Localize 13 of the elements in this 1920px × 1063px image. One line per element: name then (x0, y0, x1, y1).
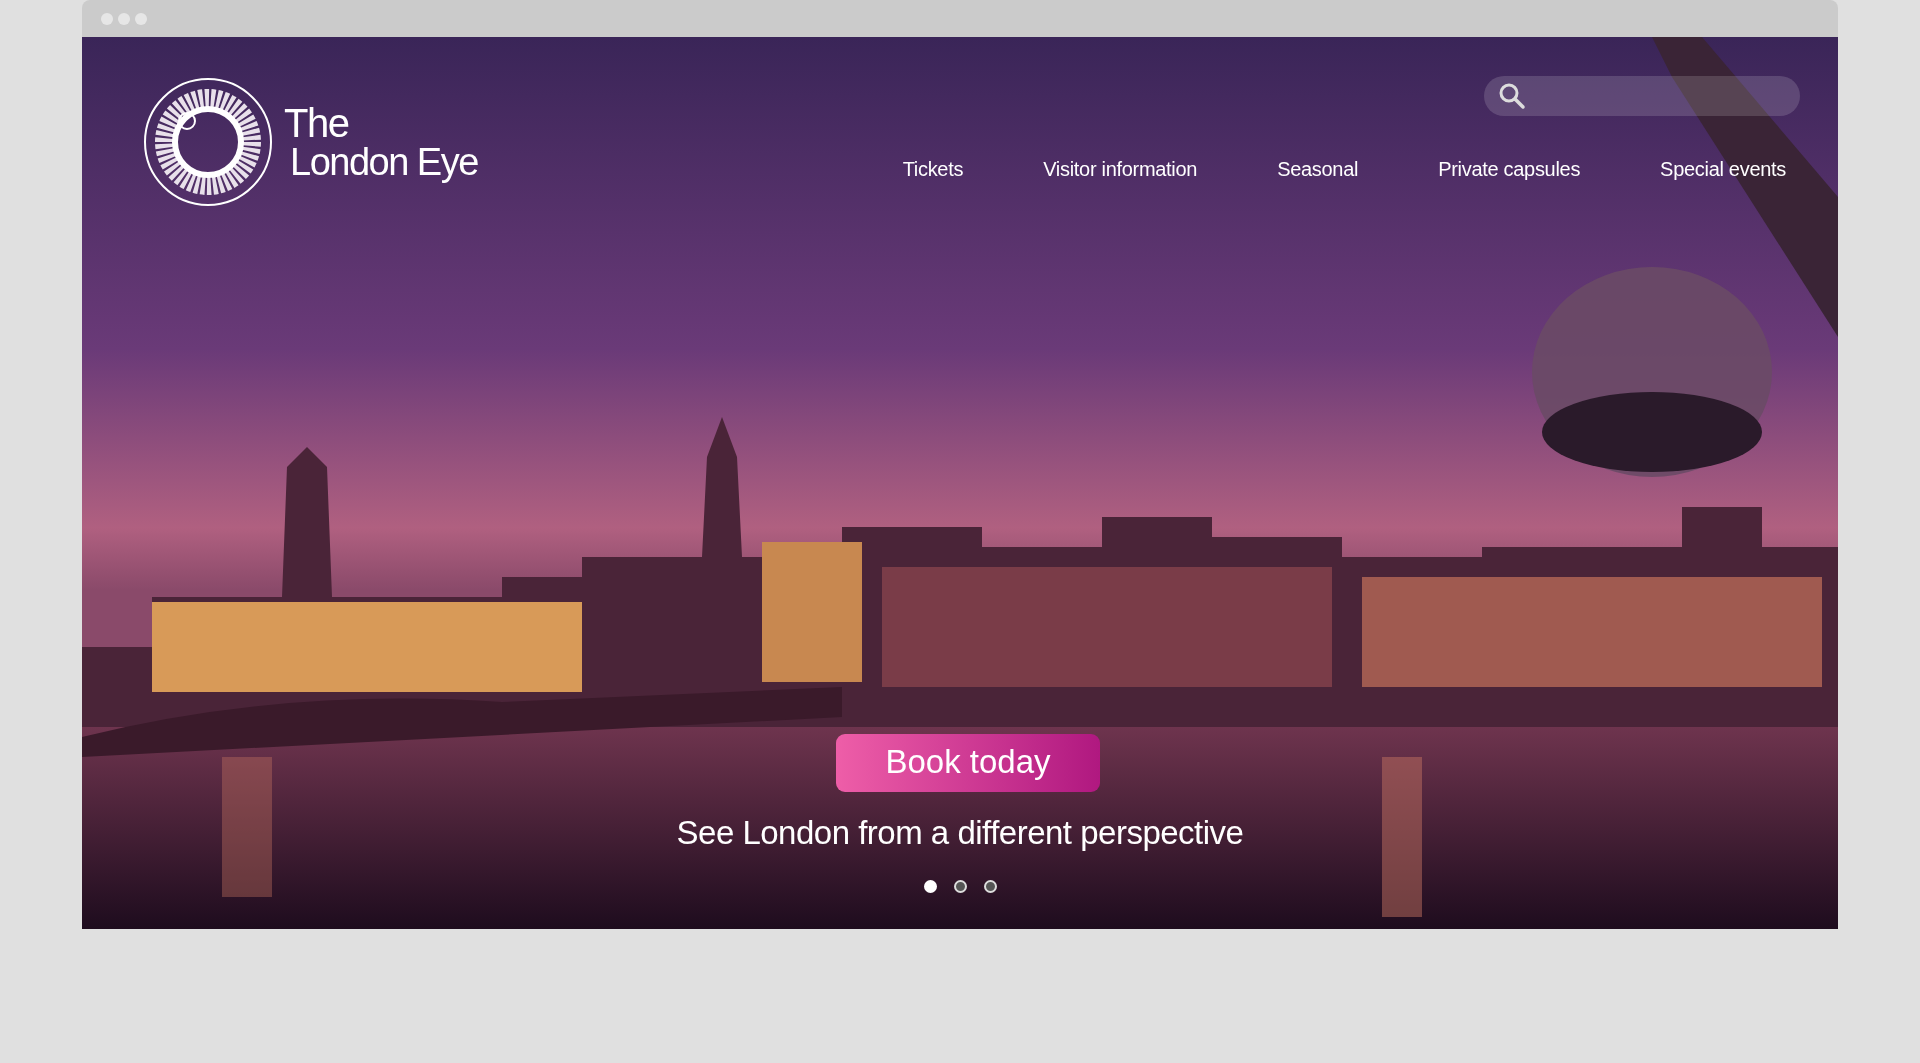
nav-link[interactable]: Private capsules (1438, 158, 1581, 181)
nav-link[interactable]: Special events (1660, 158, 1786, 181)
logo-icon[interactable] (142, 76, 274, 208)
nav-link[interactable]: Tickets (902, 158, 964, 181)
nav-link[interactable]: Seasonal (1277, 158, 1359, 181)
tagline: See London from a different perspective (676, 814, 1244, 852)
window-controls-icon (100, 11, 148, 26)
nav-link[interactable]: Visitor information (1043, 158, 1198, 181)
search-field[interactable] (1484, 76, 1800, 116)
search-icon (1498, 82, 1526, 110)
book-button[interactable]: Book today (836, 734, 1100, 792)
logo-text: London Eye (289, 143, 478, 181)
logo-text: The (284, 103, 350, 143)
